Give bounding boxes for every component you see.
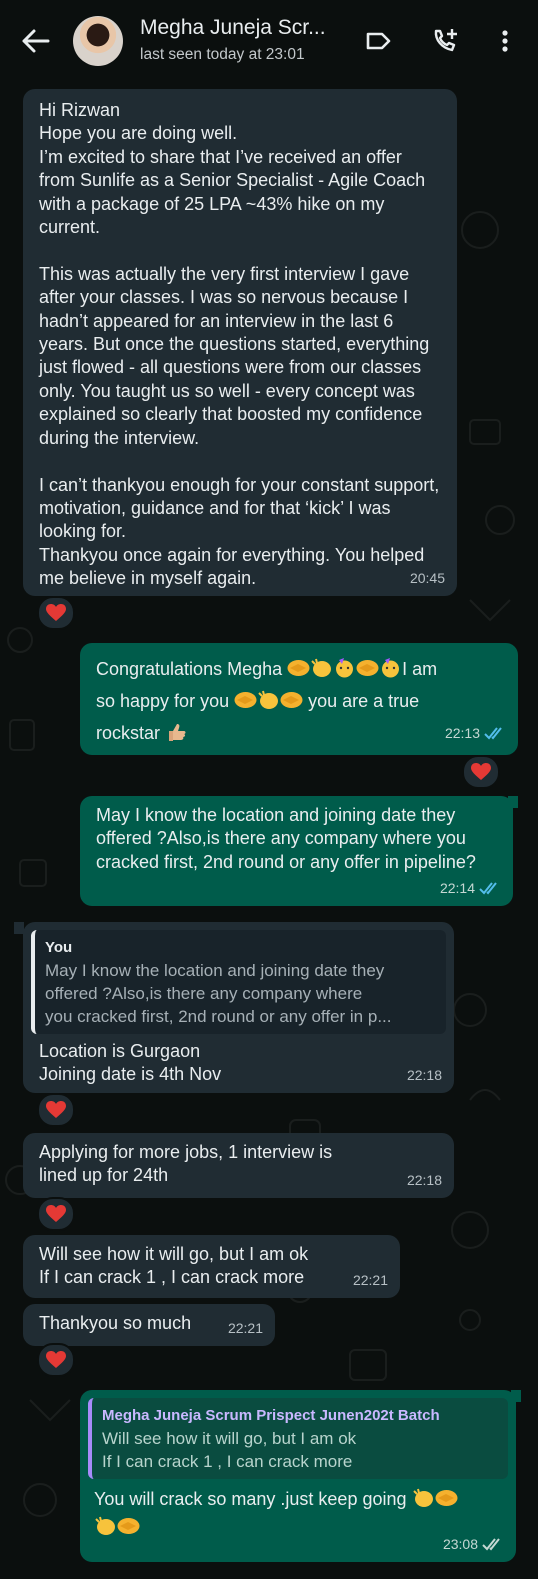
message-bubble[interactable]: Megha Juneja Scrum Prispect Junen202t Ba… xyxy=(80,1390,516,1562)
message-bubble[interactable]: Will see how it will go, but I am ok If … xyxy=(23,1235,400,1298)
message-text: Applying for more jobs, 1 interview is l… xyxy=(39,1142,338,1186)
clapping-emoji xyxy=(258,690,279,709)
more-vert-icon[interactable] xyxy=(490,26,520,56)
message-bubble[interactable]: Hi Rizwan Hope you are doing well. I’m e… xyxy=(23,89,457,596)
reaction-badge[interactable] xyxy=(37,1343,75,1377)
handshake-emoji xyxy=(117,1518,140,1534)
message-text: Hi Rizwan Hope you are doing well. I’m e… xyxy=(39,100,440,589)
message-time: 22:21 xyxy=(227,1319,263,1336)
double-check-icon xyxy=(482,1538,500,1551)
message-text: You will crack so many .just keep going xyxy=(94,1489,407,1509)
handshake-emoji xyxy=(234,692,257,708)
red-heart-icon xyxy=(46,1351,66,1368)
quoted-message[interactable]: You May I know the location and joining … xyxy=(31,930,446,1034)
party-face-emoji xyxy=(336,658,354,678)
message-bubble[interactable]: Thankyou so much 22:21 xyxy=(23,1304,275,1346)
last-seen-status: last seen today at 23:01 xyxy=(140,46,305,63)
chat-header: Megha Juneja Scr... last seen today at 2… xyxy=(0,0,538,82)
double-check-icon xyxy=(479,882,497,895)
quoted-text: Will see how it will go, but I am ok If … xyxy=(102,1429,357,1471)
clapping-emoji xyxy=(95,1516,115,1535)
reaction-badge[interactable] xyxy=(462,755,500,789)
message-time: 22:18 xyxy=(406,1171,442,1188)
party-face-emoji xyxy=(382,658,400,678)
bubble-tail xyxy=(14,922,24,934)
handshake-emoji xyxy=(280,692,303,708)
message-time: 22:13 xyxy=(444,725,480,741)
message-time: 22:18 xyxy=(406,1066,442,1083)
reaction-badge[interactable] xyxy=(37,1093,75,1127)
message-text: Thankyou so much xyxy=(39,1313,192,1333)
handshake-emoji xyxy=(287,660,310,676)
red-heart-icon xyxy=(46,1205,66,1222)
quoted-sender: Megha Juneja Scrum Prispect Junen202t Ba… xyxy=(102,1407,440,1424)
message-text: Location is Gurgaon Joining date is 4th … xyxy=(39,1041,222,1085)
message-time-wrap: 22:14 xyxy=(440,877,501,900)
message-text: so happy for you xyxy=(96,691,230,711)
message-text: May I know the location and joining date… xyxy=(96,805,476,872)
thumbs-up-emoji xyxy=(169,724,186,741)
message-bubble[interactable]: You May I know the location and joining … xyxy=(23,922,454,1093)
quoted-sender: You xyxy=(45,939,73,956)
handshake-emoji xyxy=(356,660,379,676)
reaction-badge[interactable] xyxy=(37,1197,75,1231)
label-icon[interactable] xyxy=(363,26,393,56)
message-bubble[interactable]: May I know the location and joining date… xyxy=(80,796,513,906)
message-time-wrap: 23:08 xyxy=(443,1533,504,1556)
contact-name[interactable]: Megha Juneja Scr... xyxy=(140,16,326,40)
message-time: 20:45 xyxy=(409,569,445,586)
message-time: 23:08 xyxy=(442,1535,478,1552)
red-heart-icon xyxy=(46,1101,66,1118)
arrow-left-icon[interactable] xyxy=(18,26,52,56)
message-text: Congratulations Megha xyxy=(96,659,283,679)
message-bubble[interactable]: Congratulations Megha I am so happy for … xyxy=(80,643,518,755)
double-check-icon xyxy=(484,727,502,740)
clapping-emoji xyxy=(311,658,332,677)
bubble-tail xyxy=(508,796,518,808)
clapping-emoji xyxy=(412,1488,433,1507)
message-text: you are a true xyxy=(308,691,420,711)
message-time: 22:14 xyxy=(439,879,475,896)
quoted-text: May I know the location and joining date… xyxy=(45,961,392,1026)
message-bubble[interactable]: Applying for more jobs, 1 interview is l… xyxy=(23,1133,454,1198)
quoted-message[interactable]: Megha Juneja Scrum Prispect Junen202t Ba… xyxy=(88,1398,508,1479)
red-heart-icon xyxy=(46,604,66,621)
red-heart-icon xyxy=(471,763,491,780)
reaction-badge[interactable] xyxy=(37,596,75,630)
add-call-icon[interactable] xyxy=(430,26,460,56)
message-time-wrap: 22:13 xyxy=(445,717,506,749)
bubble-tail xyxy=(511,1390,521,1402)
message-time: 22:21 xyxy=(352,1271,388,1288)
avatar[interactable] xyxy=(73,16,123,66)
message-text: Will see how it will go, but I am ok If … xyxy=(39,1244,309,1288)
message-text: rockstar xyxy=(96,723,161,743)
handshake-emoji xyxy=(435,1490,458,1506)
message-text: I am xyxy=(402,659,438,679)
